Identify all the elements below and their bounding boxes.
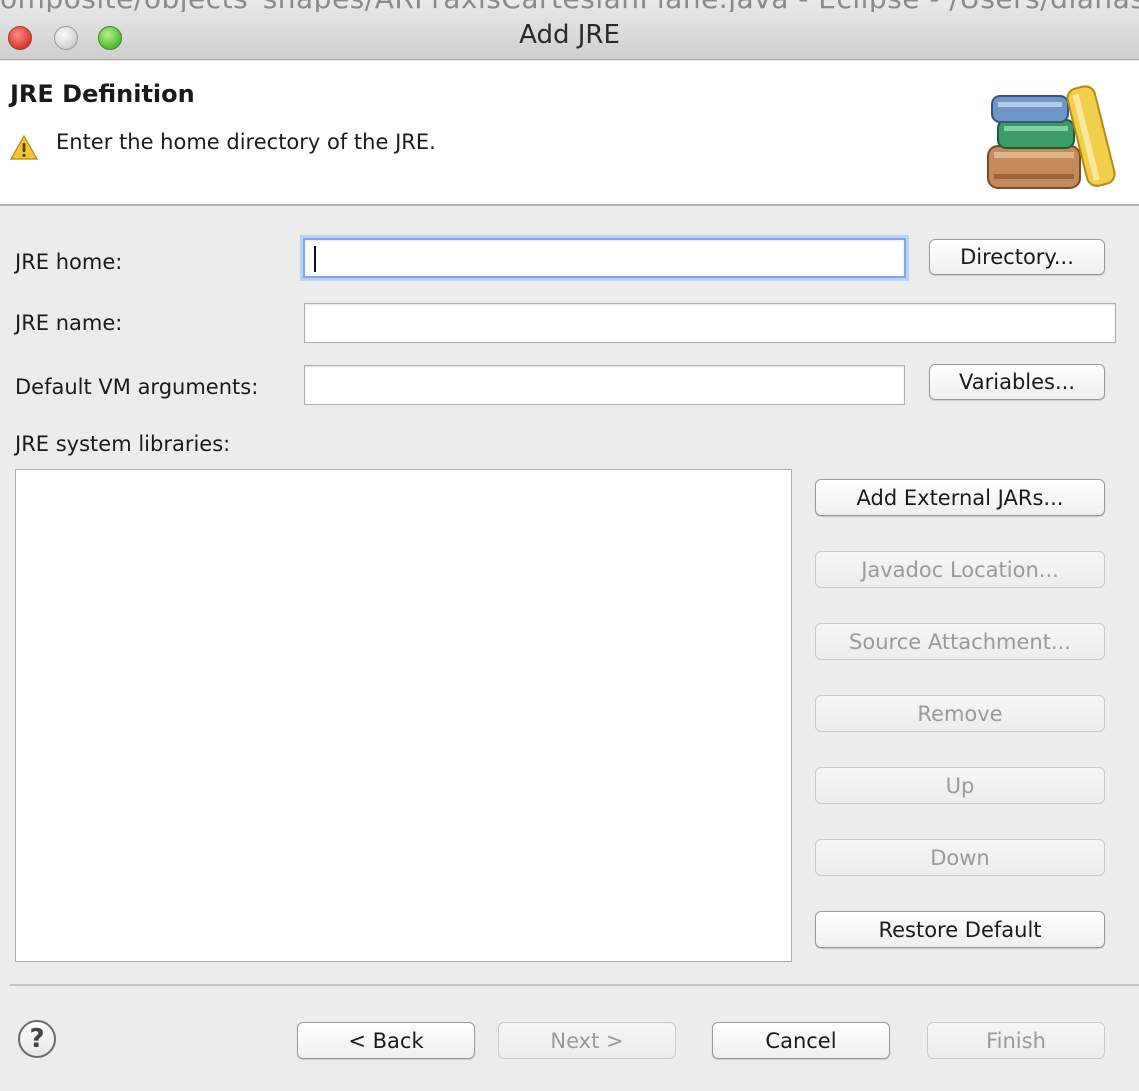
jre-home-label: JRE home: xyxy=(15,250,123,274)
next-button[interactable]: Next > xyxy=(498,1022,676,1059)
variables-button[interactable]: Variables... xyxy=(929,364,1105,400)
up-button[interactable]: Up xyxy=(815,767,1105,804)
jre-name-label: JRE name: xyxy=(15,311,123,335)
vm-arguments-input[interactable] xyxy=(304,365,905,405)
text-caret xyxy=(314,246,316,272)
warning-icon xyxy=(10,134,38,160)
library-books-icon xyxy=(987,85,1116,189)
header-message: Enter the home directory of the JRE. xyxy=(56,130,436,154)
page-title: JRE Definition xyxy=(10,80,195,108)
vm-arguments-label: Default VM arguments: xyxy=(15,375,259,399)
add-external-jars-button[interactable]: Add External JARs... xyxy=(815,479,1105,516)
restore-default-button[interactable]: Restore Default xyxy=(815,911,1105,948)
remove-button[interactable]: Remove xyxy=(815,695,1105,732)
background-window-title: omposite/objects_shapes/ARPraxisCartesia… xyxy=(0,0,1139,12)
footer-separator xyxy=(10,984,1139,986)
system-libraries-label: JRE system libraries: xyxy=(15,432,231,456)
system-libraries-list[interactable] xyxy=(15,469,792,962)
source-attachment-button[interactable]: Source Attachment... xyxy=(815,623,1105,660)
down-button[interactable]: Down xyxy=(815,839,1105,876)
finish-button[interactable]: Finish xyxy=(927,1022,1105,1059)
window-title: Add JRE xyxy=(519,20,620,50)
cancel-button[interactable]: Cancel xyxy=(712,1022,890,1059)
jre-home-input[interactable] xyxy=(303,238,906,278)
back-button[interactable]: < Back xyxy=(297,1022,475,1059)
help-icon[interactable]: ? xyxy=(18,1020,56,1058)
directory-button[interactable]: Directory... xyxy=(929,239,1105,275)
javadoc-location-button[interactable]: Javadoc Location... xyxy=(815,551,1105,588)
jre-name-input[interactable] xyxy=(304,303,1116,343)
